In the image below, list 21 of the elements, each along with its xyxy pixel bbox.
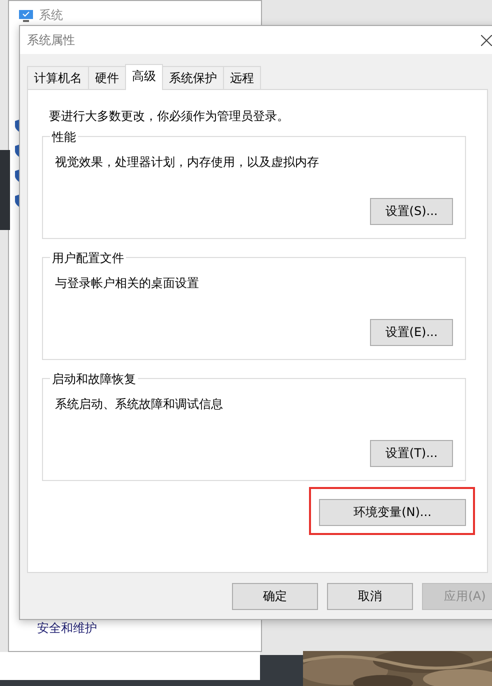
group-title: 启动和故障恢复 xyxy=(50,371,138,388)
close-icon[interactable] xyxy=(481,34,492,46)
group-title: 用户配置文件 xyxy=(50,250,126,267)
link[interactable]: 安全和维护 xyxy=(37,620,97,637)
dialog-title: 系统属性 xyxy=(27,32,75,48)
settings-button[interactable]: 设置(T)... xyxy=(370,440,453,467)
dialog-button[interactable]: 取消 xyxy=(327,583,413,610)
tab[interactable]: 计算机名 xyxy=(27,66,89,89)
settings-button[interactable]: 设置(S)... xyxy=(370,198,453,225)
tab[interactable]: 远程 xyxy=(223,66,261,89)
group-description: 视觉效果，处理器计划，内存使用，以及虚拟内存 xyxy=(55,154,320,171)
group-description: 与登录帐户相关的桌面设置 xyxy=(55,275,200,292)
settings-button[interactable]: 设置(E)... xyxy=(370,319,453,346)
dialog-button[interactable]: 确定 xyxy=(232,583,318,610)
environment-variables-button[interactable]: 环境变量(N)... xyxy=(319,499,466,526)
tab[interactable]: 高级 xyxy=(125,64,163,90)
group-title: 性能 xyxy=(50,129,78,146)
monitor-icon xyxy=(19,10,33,22)
group-description: 系统启动、系统故障和调试信息 xyxy=(55,396,224,413)
window-title: 系统 xyxy=(39,7,63,24)
notice-text: 要进行大多数更改，你必须作为管理员登录。 xyxy=(49,108,290,125)
